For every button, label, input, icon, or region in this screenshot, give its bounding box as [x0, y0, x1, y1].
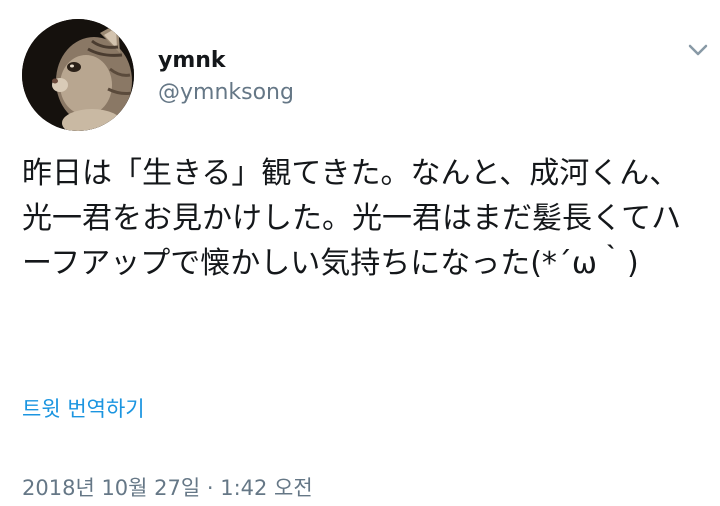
tweet-timestamp[interactable]: 2018년 10월 27일 · 1:42 오전 [22, 474, 313, 502]
tweet-card: ymnk @ymnksong 昨日は「生きる」観てきた。なんと、成河くん、光一君… [0, 0, 720, 506]
cat-avatar-image [22, 19, 134, 131]
display-name[interactable]: ymnk [158, 48, 226, 74]
avatar[interactable] [22, 19, 134, 131]
user-handle[interactable]: @ymnksong [158, 80, 294, 106]
chevron-down-icon[interactable] [684, 38, 712, 62]
tweet-text: 昨日は「生きる」観てきた。なんと、成河くん、光一君をお見かけした。光一君はまだ髪… [22, 156, 682, 281]
translate-tweet-link[interactable]: 트윗 번역하기 [22, 395, 145, 423]
